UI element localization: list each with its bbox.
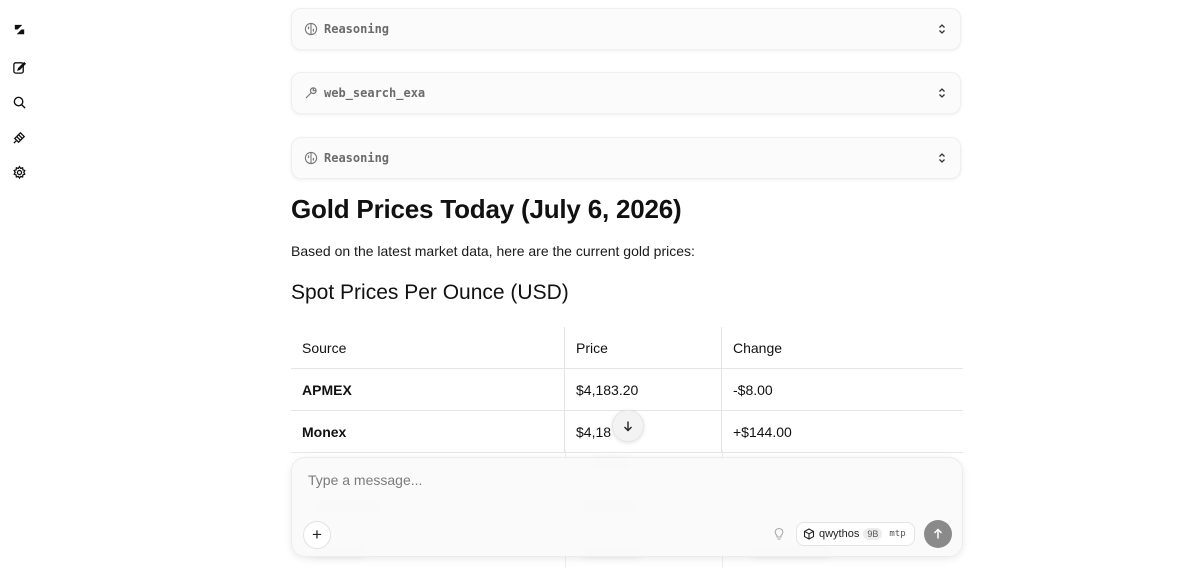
brain-icon <box>304 22 318 36</box>
reasoning-step-2[interactable]: Reasoning <box>291 137 961 179</box>
cell-source: APMEX <box>291 369 565 410</box>
tool-step-web-search[interactable]: web_search_exa <box>291 72 961 114</box>
tools-icon[interactable] <box>8 126 30 148</box>
cell-price: $4,18 <box>565 411 722 452</box>
model-tag: mtp <box>889 529 906 539</box>
header-change: Change <box>733 339 783 356</box>
table-row: APMEX $4,183.20 -$8.00 <box>291 369 963 411</box>
header-source: Source <box>291 327 565 368</box>
search-icon[interactable] <box>8 91 30 113</box>
sidebar <box>0 0 38 568</box>
reasoning-step-1[interactable]: Reasoning <box>291 8 961 50</box>
model-size-badge: 9B <box>863 528 883 540</box>
header-price: Price <box>565 327 722 368</box>
cell-change: -$8.00 <box>733 381 773 398</box>
step-label: Reasoning <box>324 22 390 36</box>
cell-source: Monex <box>291 411 565 452</box>
message-composer: + qwythos 9B mtp <box>291 457 963 557</box>
gear-icon[interactable] <box>8 161 30 183</box>
section-heading: Spot Prices Per Ounce (USD) <box>291 281 569 304</box>
scroll-down-button[interactable] <box>612 410 644 442</box>
lightbulb-icon[interactable] <box>772 527 786 541</box>
cell-change: +$144.00 <box>733 423 792 440</box>
brain-icon <box>304 151 318 165</box>
chevron-up-down-icon <box>936 23 948 35</box>
arrow-down-icon <box>622 420 634 432</box>
model-name: qwythos <box>819 528 860 540</box>
step-label: web_search_exa <box>324 86 426 100</box>
message-input[interactable] <box>308 470 928 490</box>
arrow-up-icon <box>932 528 944 540</box>
cell-price: $4,183.20 <box>565 369 722 410</box>
new-chat-icon[interactable] <box>8 56 30 78</box>
attach-button[interactable]: + <box>303 521 331 549</box>
table-header-row: Source Price Change <box>291 327 963 369</box>
logo-icon[interactable] <box>8 18 30 40</box>
chevron-up-down-icon <box>936 87 948 99</box>
model-selector[interactable]: qwythos 9B mtp <box>796 522 915 546</box>
answer-title: Gold Prices Today (July 6, 2026) <box>291 194 682 224</box>
chevron-up-down-icon <box>936 152 948 164</box>
plus-icon: + <box>312 525 322 544</box>
step-label: Reasoning <box>324 151 390 165</box>
answer-intro: Based on the latest market data, here ar… <box>291 243 695 259</box>
send-button[interactable] <box>924 520 952 548</box>
wrench-icon <box>304 86 318 100</box>
cube-icon <box>803 528 815 540</box>
